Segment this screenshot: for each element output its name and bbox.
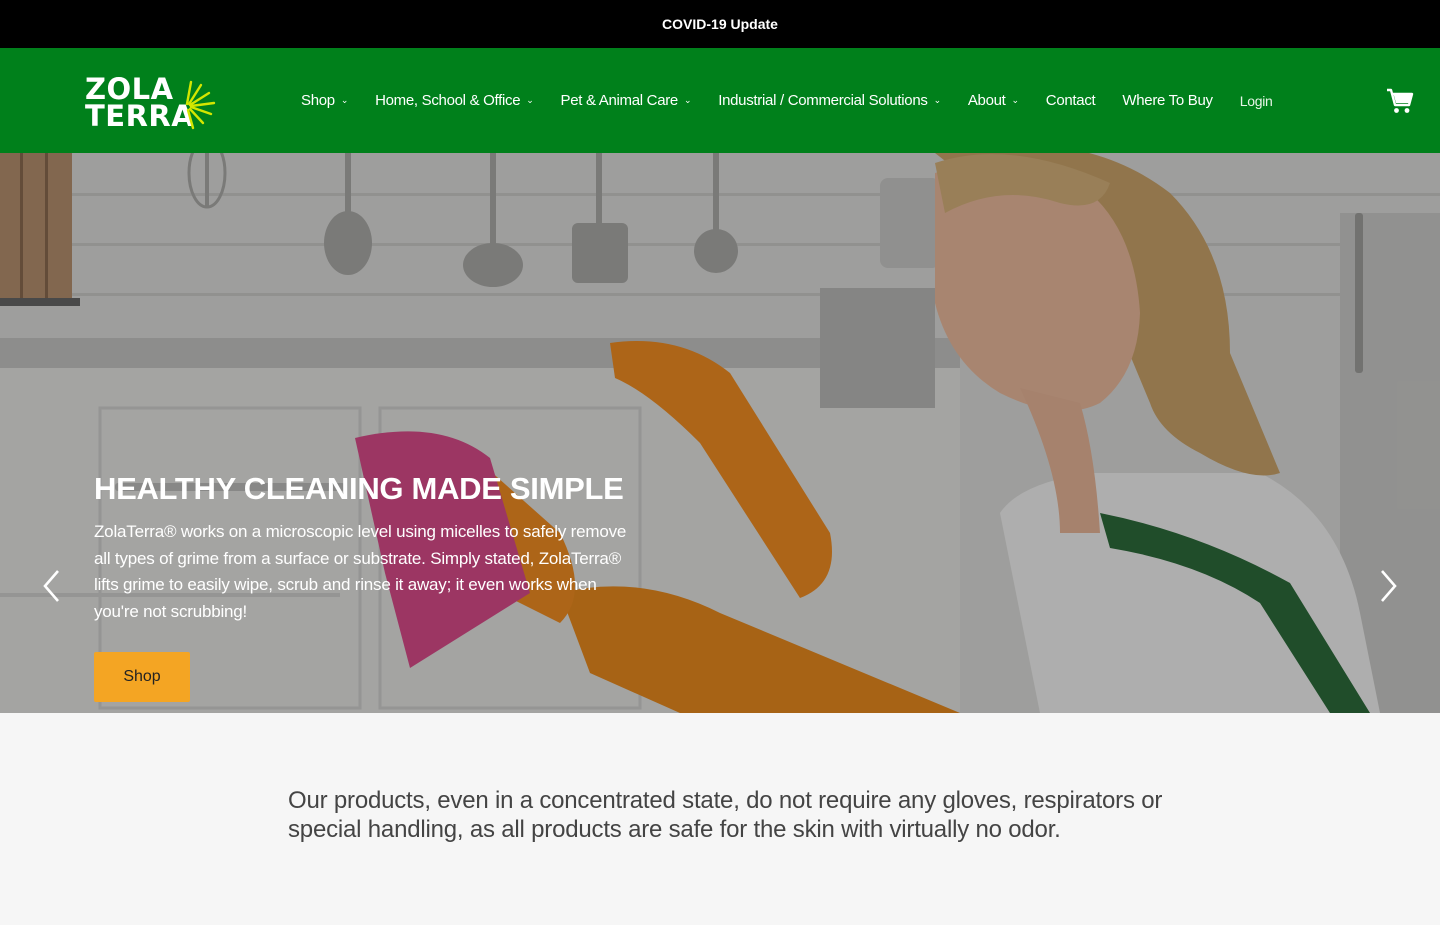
hero-carousel: HEALTHY CLEANING MADE SIMPLE ZolaTerra® … [0,153,1440,713]
nav-pet-animal-care[interactable]: Pet & Animal Care ⌄ [561,92,692,109]
nav-label: Pet & Animal Care [560,92,679,109]
nav-label: Where To Buy [1122,92,1213,109]
nav-industrial-commercial[interactable]: Industrial / Commercial Solutions ⌄ [718,92,941,109]
nav-about[interactable]: About ⌄ [968,92,1019,109]
chevron-right-icon[interactable] [1376,568,1400,604]
nav-label: Home, School & Office [375,92,521,109]
nav-label: Industrial / Commercial Solutions [718,92,928,109]
announcement-bar[interactable]: COVID-19 Update [0,0,1440,48]
hero-title: HEALTHY CLEANING MADE SIMPLE [94,471,624,506]
main-nav: Shop ⌄ Home, School & Office ⌄ Pet & Anima… [301,48,1300,153]
hero-overlay [0,153,1440,713]
nav-where-to-buy[interactable]: Where To Buy [1122,92,1213,109]
site-header: ZOLA TERRA Shop ⌄ Home, School & Office ⌄ … [0,48,1440,153]
info-section: Our products, even in a concentrated sta… [0,738,1440,925]
nav-label: Contact [1045,92,1096,109]
nav-label: About [967,92,1006,109]
nav-home-school-office[interactable]: Home, School & Office ⌄ [375,92,534,109]
chevron-down-icon: ⌄ [1011,95,1020,105]
chevron-down-icon: ⌄ [340,95,349,105]
chevron-down-icon: ⌄ [933,95,942,105]
login-link[interactable]: Login [1240,93,1273,109]
nav-label: Shop [301,92,335,109]
nav-shop[interactable]: Shop ⌄ [301,92,348,109]
hero-description: ZolaTerra® works on a microscopic level … [94,522,627,621]
hero-shop-button[interactable]: Shop [94,652,190,702]
info-text: Our products, even in a concentrated sta… [288,787,1163,843]
hero-content: HEALTHY CLEANING MADE SIMPLE ZolaTerra® … [94,471,634,625]
chevron-down-icon: ⌄ [526,95,534,105]
chevron-down-icon: ⌄ [683,95,692,105]
announcement-text[interactable]: COVID-19 Update [662,16,778,32]
chevron-left-icon[interactable] [40,568,64,604]
logo[interactable]: ZOLA TERRA [85,75,225,132]
cart-icon[interactable] [1386,88,1414,114]
nav-contact[interactable]: Contact [1046,92,1096,109]
sun-icon [185,80,216,130]
